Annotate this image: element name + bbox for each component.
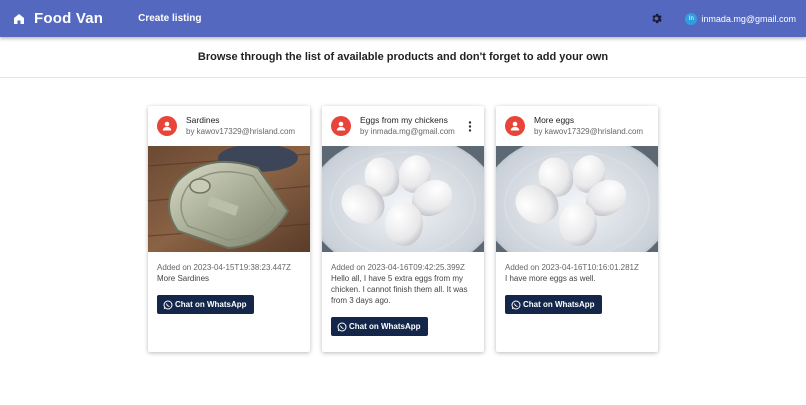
card-title: More eggs [534,115,575,125]
create-listing-link[interactable]: Create listing [138,13,201,24]
card-title: Eggs from my chickens [360,115,448,125]
card-title: Sardines [186,115,220,125]
product-card: Eggs from my chickens by inmada.mg@gmail… [322,106,484,352]
product-card: Sardines by kawov17329@hrisland.com Adde… [148,106,310,352]
eggs-bowl-image [322,146,484,252]
chat-whatsapp-label: Chat on WhatsApp [523,300,595,309]
subheader: Browse through the list of available pro… [0,37,806,78]
app-bar: Food Van Create listing In inmada.mg@gma… [0,0,806,37]
chat-whatsapp-button[interactable]: Chat on WhatsApp [331,317,428,336]
card-owner: by inmada.mg@gmail.com [360,127,455,136]
card-description: Hello all, I have 5 extra eggs from my c… [331,274,468,305]
user-email[interactable]: inmada.mg@gmail.com [701,14,796,24]
card-owner: by kawov17329@hrisland.com [186,127,296,136]
gear-icon[interactable] [650,12,663,25]
card-header: Eggs from my chickens by inmada.mg@gmail… [322,106,484,146]
chat-whatsapp-label: Chat on WhatsApp [175,300,247,309]
person-icon [157,116,177,136]
brand-name[interactable]: Food Van [34,10,103,27]
card-header: Sardines by kawov17329@hrisland.com [148,106,310,146]
home-icon [13,13,25,25]
chat-whatsapp-button[interactable]: Chat on WhatsApp [157,295,254,314]
card-description: I have more eggs as well. [505,274,596,283]
card-header: More eggs by kawov17329@hrisland.com [496,106,658,146]
page-heading: Browse through the list of available pro… [197,51,609,63]
card-date: Added on 2023-04-16T10:16:01.281Z [505,263,639,272]
person-icon [505,116,525,136]
eggs-bowl-image [496,146,658,252]
whatsapp-icon [163,300,173,310]
sardine-can-image [148,146,310,252]
user-menu[interactable]: In inmada.mg@gmail.com [685,12,796,25]
whatsapp-icon [511,300,521,310]
more-vert-icon[interactable] [468,119,472,132]
card-description: More Sardines [157,274,210,283]
chat-whatsapp-button[interactable]: Chat on WhatsApp [505,295,602,314]
product-card: More eggs by kawov17329@hrisland.com Add… [496,106,658,352]
user-avatar[interactable]: In [685,12,698,25]
person-icon [331,116,351,136]
brand[interactable]: Food Van [13,10,103,27]
card-date: Added on 2023-04-16T09:42:25.399Z [331,263,465,272]
card-owner: by kawov17329@hrisland.com [534,127,644,136]
whatsapp-icon [337,322,347,332]
chat-whatsapp-label: Chat on WhatsApp [349,322,421,331]
card-date: Added on 2023-04-15T19:38:23.447Z [157,263,291,272]
